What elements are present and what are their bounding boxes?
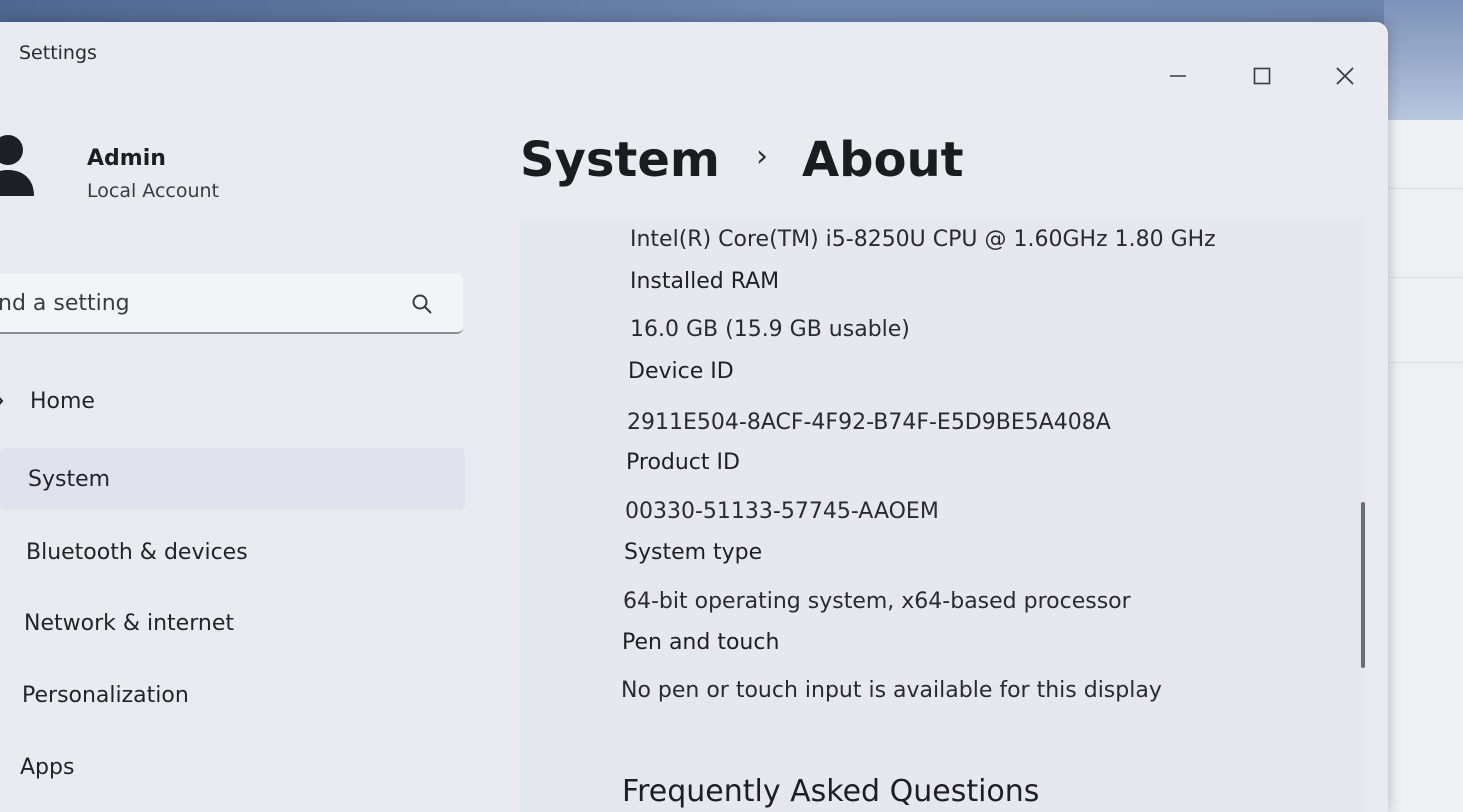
- processor-value: Intel(R) Core(TM) i5-8250U CPU @ 1.60GHz…: [630, 227, 1216, 252]
- pen-touch-label: Pen and touch: [622, 630, 780, 655]
- avatar[interactable]: [0, 132, 36, 196]
- search-icon[interactable]: [410, 292, 434, 316]
- faq-heading: Frequently Asked Questions: [622, 774, 1040, 809]
- close-button[interactable]: [1325, 60, 1365, 92]
- minimize-icon: [1170, 75, 1186, 77]
- installed-ram-value: 16.0 GB (15.9 GB usable): [630, 317, 910, 342]
- nav-item-network-internet[interactable]: Network & internet: [0, 592, 465, 654]
- background-divider: [1384, 277, 1463, 278]
- system-type-label: System type: [624, 540, 763, 565]
- page-title: About: [801, 132, 964, 188]
- maximize-button[interactable]: [1242, 60, 1282, 92]
- nav-item-label: System: [28, 466, 111, 492]
- nav-item-personalization[interactable]: Personalization: [0, 664, 465, 726]
- nav-item-label: Bluetooth & devices: [26, 539, 248, 565]
- nav-item-home[interactable]: Home: [0, 370, 465, 432]
- nav-item-label: Apps: [20, 754, 75, 780]
- breadcrumb-parent[interactable]: System: [520, 132, 720, 188]
- home-icon: [0, 397, 4, 405]
- system-type-value: 64-bit operating system, x64-based proce…: [623, 589, 1131, 614]
- background-divider: [1384, 188, 1463, 189]
- nav-item-label: Personalization: [22, 682, 189, 708]
- breadcrumb: System › About: [520, 132, 964, 188]
- nav-item-apps[interactable]: Apps: [0, 736, 465, 798]
- maximize-icon: [1253, 67, 1271, 85]
- product-id-value: 00330-51133-57745-AAOEM: [625, 499, 939, 524]
- minimize-button[interactable]: [1158, 60, 1198, 92]
- product-id-label: Product ID: [626, 450, 740, 475]
- scrollbar-thumb[interactable]: [1361, 502, 1365, 668]
- device-id-value: 2911E504-8ACF-4F92-B74F-E5D9BE5A408A: [627, 410, 1111, 435]
- account-name: Admin: [87, 146, 166, 171]
- user-icon: [0, 135, 34, 196]
- search-input[interactable]: [0, 280, 380, 326]
- nav-item-system[interactable]: System: [0, 448, 465, 510]
- installed-ram-label: Installed RAM: [630, 269, 780, 294]
- nav-item-label: Home: [30, 388, 95, 414]
- nav-item-label: Network & internet: [24, 610, 234, 636]
- nav-item-bluetooth-devices[interactable]: Bluetooth & devices: [0, 521, 465, 583]
- search-box[interactable]: [0, 274, 463, 334]
- title-bar[interactable]: Settings: [0, 22, 1388, 85]
- close-icon: [1336, 67, 1354, 85]
- background-divider: [1384, 362, 1463, 363]
- settings-window: Settings Admin Local Account Home System…: [0, 22, 1388, 812]
- device-id-label: Device ID: [628, 359, 734, 384]
- chevron-right-icon: ›: [755, 138, 768, 174]
- app-title: Settings: [19, 42, 97, 64]
- background-window: [1384, 120, 1463, 812]
- pen-touch-value: No pen or touch input is available for t…: [621, 678, 1162, 703]
- account-type: Local Account: [87, 180, 219, 202]
